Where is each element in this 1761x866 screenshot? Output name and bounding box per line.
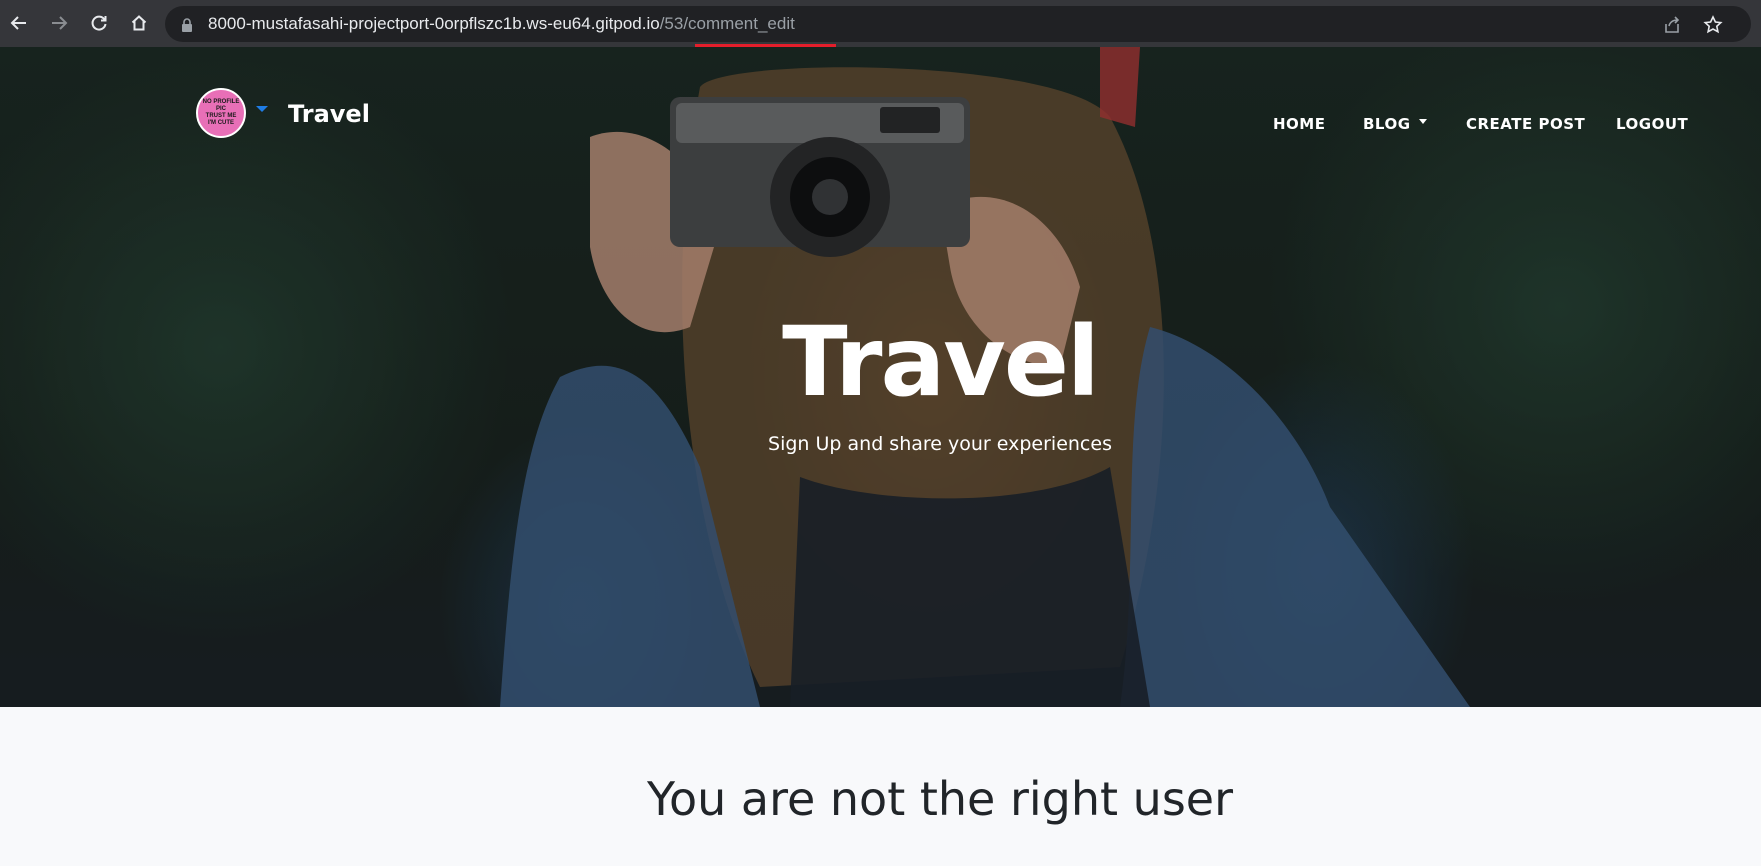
url-path: /53/comment_edit bbox=[659, 14, 795, 33]
hero-subtitle: Sign Up and share your experiences bbox=[768, 433, 1112, 455]
nav-blog-dropdown[interactable]: BLOG bbox=[1363, 115, 1427, 133]
browser-toolbar: 8000-mustafasahi-projectport-0orpflszc1b… bbox=[0, 0, 1761, 47]
nav-home-link[interactable]: HOME bbox=[1273, 115, 1325, 133]
star-icon[interactable] bbox=[1703, 15, 1723, 35]
hero-section: NO PROFILE PIC TRUST ME I'M CUTE Travel … bbox=[0, 47, 1761, 707]
avatar-text-line-1: NO PROFILE bbox=[202, 99, 240, 105]
nav-create-post-link[interactable]: CREATE POST bbox=[1466, 115, 1585, 133]
reload-icon[interactable] bbox=[86, 10, 112, 36]
avatar-text-line-4: I'M CUTE bbox=[207, 120, 235, 126]
home-icon[interactable] bbox=[126, 10, 152, 36]
lock-icon[interactable] bbox=[181, 17, 193, 36]
nav-logout-link[interactable]: LOGOUT bbox=[1616, 115, 1688, 133]
url-text[interactable]: 8000-mustafasahi-projectport-0orpflszc1b… bbox=[208, 14, 795, 34]
avatar-text-line-2: PIC bbox=[215, 106, 226, 112]
avatar-text-line-3: TRUST ME bbox=[205, 113, 237, 119]
address-bar[interactable]: 8000-mustafasahi-projectport-0orpflszc1b… bbox=[165, 6, 1751, 42]
hero-title: Travel bbox=[782, 306, 1100, 418]
chevron-down-icon bbox=[1418, 119, 1427, 124]
forward-icon[interactable] bbox=[46, 10, 72, 36]
url-host: 8000-mustafasahi-projectport-0orpflszc1b… bbox=[208, 14, 660, 33]
page-title: You are not the right user bbox=[646, 772, 1234, 826]
avatar[interactable]: NO PROFILE PIC TRUST ME I'M CUTE bbox=[196, 88, 246, 138]
avatar-dropdown-caret-icon[interactable] bbox=[256, 106, 268, 112]
share-icon[interactable] bbox=[1663, 15, 1683, 35]
back-icon[interactable] bbox=[6, 10, 32, 36]
nav-blog-label: BLOG bbox=[1363, 115, 1411, 133]
brand-link[interactable]: Travel bbox=[288, 99, 370, 129]
